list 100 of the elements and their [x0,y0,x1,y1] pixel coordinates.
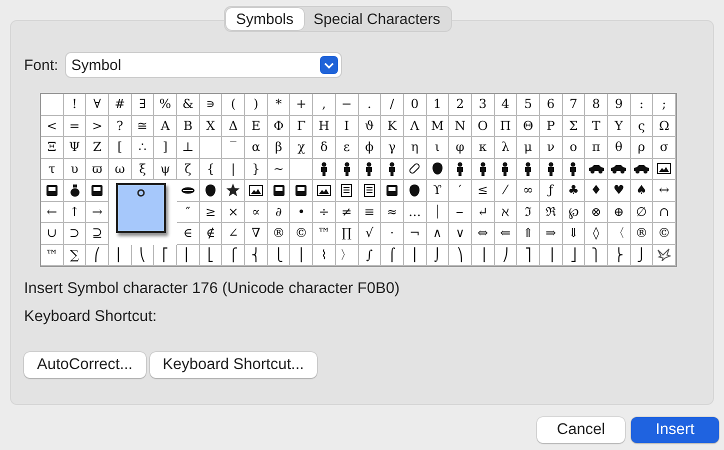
character-cell[interactable]: ∃ [132,94,154,116]
character-cell[interactable]: ⌇ [313,244,336,266]
character-cell[interactable]: ρ [630,137,654,158]
character-cell[interactable]: ∠ [222,223,246,244]
character-cell[interactable]: ϑ [358,116,382,137]
character-cell[interactable] [381,158,404,180]
font-dropdown[interactable]: Symbol [66,53,342,77]
character-cell[interactable]: ⎜ [109,244,132,266]
character-cell[interactable]: ⎨ [245,244,268,266]
character-cell[interactable]: … [404,202,427,223]
character-cell[interactable]: δ [313,137,336,158]
character-cell[interactable]: Ι [336,116,358,137]
character-cell[interactable]: ∂ [268,202,290,223]
character-cell[interactable] [494,158,518,180]
character-cell[interactable]: ⇓ [562,223,586,244]
character-cell[interactable]: μ [517,137,540,158]
character-cell[interactable]: ⎥ [540,244,563,266]
character-cell[interactable]: ℘ [562,202,586,223]
character-cell[interactable] [358,158,382,180]
empty-cell[interactable] [200,137,222,158]
character-cell[interactable] [336,158,358,180]
character-cell[interactable] [245,180,268,202]
character-cell[interactable]: | [222,158,246,180]
character-cell[interactable]: ∅ [630,202,654,223]
character-cell[interactable] [41,180,64,202]
character-cell[interactable]: ν [540,137,563,158]
character-cell[interactable]: λ [494,137,518,158]
character-cell[interactable]: ¬ [404,223,427,244]
character-cell[interactable]: ⋅ [381,223,404,244]
character-cell[interactable] [540,158,563,180]
character-cell[interactable]: ⎪ [290,244,314,266]
character-cell[interactable]: ≥ [200,202,222,223]
character-cell[interactable] [562,158,586,180]
character-cell[interactable]: 〉 [336,244,358,266]
character-cell[interactable] [517,158,540,180]
character-cell[interactable]: 1 [426,94,450,116]
character-cell[interactable]: ∫ [358,244,382,266]
empty-cell[interactable] [290,158,314,180]
character-cell[interactable]: 7 [562,94,586,116]
character-cell[interactable]: * [268,94,290,116]
character-cell[interactable]: Ε [245,116,268,137]
character-cell[interactable]: ↔ [653,180,676,202]
character-cell[interactable]: 〈 [608,223,631,244]
character-cell[interactable]: ← [41,202,64,223]
character-cell[interactable]: Π [494,116,518,137]
character-cell[interactable]: Γ [290,116,314,137]
character-cell[interactable]: ς [630,116,654,137]
character-cell[interactable]: π [585,137,608,158]
character-cell[interactable]: [ [109,137,132,158]
character-cell[interactable]: Υ [608,116,631,137]
character-cell[interactable]: 3 [472,94,495,116]
character-cell[interactable]: ; [653,94,676,116]
character-cell[interactable] [313,158,336,180]
character-cell[interactable]: ⎧ [222,244,246,266]
character-cell[interactable]: } [245,158,268,180]
character-cell[interactable]: ♦ [585,180,608,202]
character-cell[interactable]: > [86,116,110,137]
character-cell[interactable]: ™ [41,244,64,266]
character-cell[interactable]: υ [64,158,86,180]
character-cell[interactable]: 4 [494,94,518,116]
character-cell[interactable]: + [290,94,314,116]
character-cell[interactable]: ⎭ [630,244,654,266]
character-cell[interactable]: ⊗ [585,202,608,223]
character-cell[interactable]: ⇐ [494,223,518,244]
character-cell[interactable]: ο [562,137,586,158]
character-cell[interactable]: ⎞ [449,244,472,266]
character-cell[interactable]: ≅ [132,116,154,137]
character-cell[interactable]: ⊕ [608,202,631,223]
character-cell[interactable]: ⎬ [608,244,631,266]
character-cell[interactable]: √ [358,223,382,244]
character-cell[interactable]: ℜ [540,202,563,223]
character-cell[interactable]: { [200,158,222,180]
character-cell[interactable]: Ξ [41,137,64,158]
character-cell[interactable]: ? [109,116,132,137]
character-cell[interactable]: 0 [404,94,427,116]
character-cell[interactable]: ~ [268,158,290,180]
character-cell[interactable]: ♠ [630,180,654,202]
empty-cell[interactable] [41,94,64,116]
character-cell[interactable]: Ν [449,116,472,137]
character-cell[interactable] [630,158,654,180]
character-cell[interactable]: ″ [177,202,200,223]
character-cell[interactable]: ℵ [494,202,518,223]
character-cell[interactable]: ⎤ [517,244,540,266]
character-cell[interactable]: Η [313,116,336,137]
character-cell[interactable]: Α [154,116,178,137]
character-cell[interactable]: ♥ [608,180,631,202]
character-cell[interactable]: β [268,137,290,158]
character-cell[interactable] [290,180,314,202]
character-cell[interactable]: ® [268,223,290,244]
character-cell[interactable]: ) [245,94,268,116]
character-cell[interactable]: η [404,137,427,158]
character-cell[interactable]: • [290,202,314,223]
character-cell[interactable]: ⎩ [268,244,290,266]
character-cell[interactable]: © [653,223,676,244]
character-cell[interactable]: ≠ [336,202,358,223]
character-cell[interactable]: ™ [313,223,336,244]
character-cell[interactable] [86,180,110,202]
insert-button[interactable]: Insert [631,417,719,443]
character-cell[interactable]: ⎯ [449,202,472,223]
character-cell[interactable]: ∨ [449,223,472,244]
